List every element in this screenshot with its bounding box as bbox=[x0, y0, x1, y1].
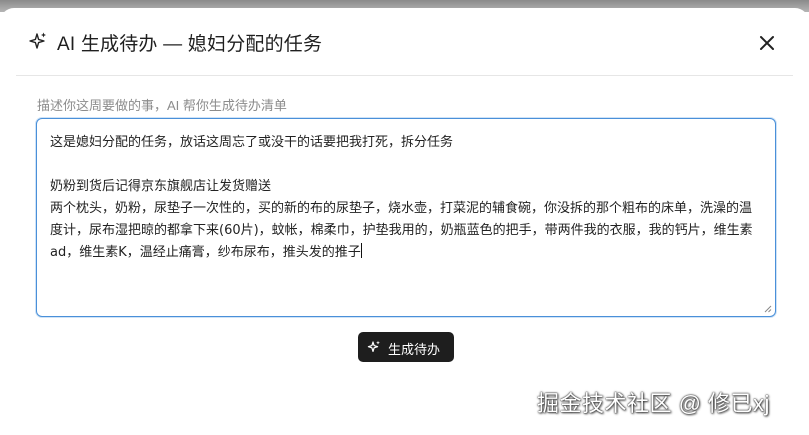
watermark: 掘金技术社区 @ 修已xj bbox=[537, 391, 770, 416]
sparkle-icon bbox=[29, 32, 46, 49]
dialog-header: AI 生成待办 — 媳妇分配的任务 bbox=[16, 8, 793, 76]
dialog-title: AI 生成待办 — 媳妇分配的任务 bbox=[57, 34, 323, 55]
sparkle-icon bbox=[367, 340, 380, 352]
task-description-textarea[interactable]: 这是媳妇分配的任务，放话这周忘了或没干的话要把我打死，拆分任务 奶粉到货后记得京… bbox=[36, 118, 776, 317]
textarea-value: 这是媳妇分配的任务，放话这周忘了或没干的话要把我打死，拆分任务 奶粉到货后记得京… bbox=[50, 135, 753, 260]
generate-todo-button[interactable]: 生成待办 bbox=[358, 332, 454, 362]
input-hint: 描述你这周要做的事，AI 帮你生成待办清单 bbox=[37, 98, 287, 113]
generate-button-label: 生成待办 bbox=[388, 342, 441, 357]
text-caret bbox=[360, 243, 362, 258]
close-icon[interactable] bbox=[756, 32, 778, 54]
resize-grip-icon[interactable] bbox=[764, 305, 772, 313]
